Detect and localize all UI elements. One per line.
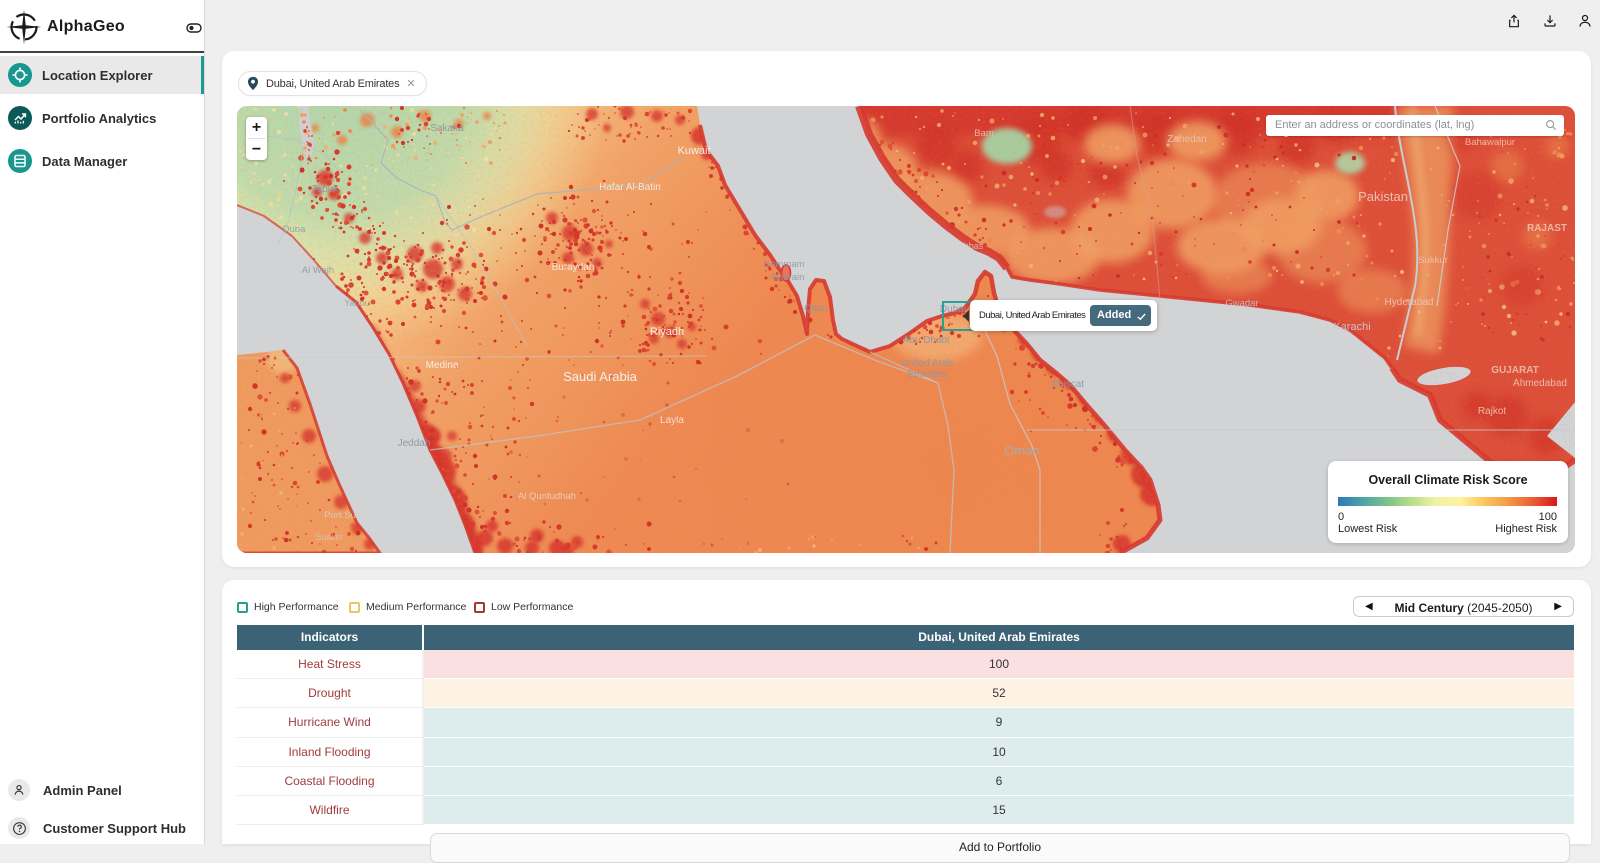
- svg-text:Dammam: Dammam: [763, 259, 804, 270]
- svg-text:Pakistan: Pakistan: [1358, 189, 1408, 204]
- svg-text:Al Wajh: Al Wajh: [302, 265, 334, 276]
- svg-text:Duba: Duba: [283, 224, 306, 235]
- svg-text:Muscat: Muscat: [1052, 379, 1084, 390]
- svg-text:Tabuk: Tabuk: [312, 184, 340, 195]
- svg-text:Bam: Bam: [974, 128, 994, 139]
- svg-text:Rajkot: Rajkot: [1478, 406, 1507, 417]
- svg-text:Sukkur: Sukkur: [1418, 255, 1448, 266]
- svg-text:Medina: Medina: [426, 360, 459, 371]
- svg-text:Yanbu: Yanbu: [344, 298, 369, 308]
- svg-text:Al Qunfudhah: Al Qunfudhah: [518, 491, 576, 502]
- svg-text:GUJARAT: GUJARAT: [1491, 365, 1539, 376]
- svg-text:Sakaka: Sakaka: [430, 123, 464, 134]
- svg-text:Gwadar: Gwadar: [1225, 298, 1258, 309]
- svg-text:Zahedan: Zahedan: [1167, 134, 1206, 145]
- svg-text:Ahmedabad: Ahmedabad: [1513, 378, 1567, 389]
- svg-text:Bahrain: Bahrain: [772, 272, 805, 283]
- svg-text:Jeddah: Jeddah: [398, 438, 431, 449]
- svg-text:Suakin: Suakin: [315, 532, 343, 542]
- svg-text:Hyderabad: Hyderabad: [1385, 297, 1434, 308]
- svg-text:Abu Dhabi: Abu Dhabi: [903, 335, 950, 346]
- svg-text:Kuwait: Kuwait: [677, 145, 710, 157]
- svg-text:Hafar Al-Batin: Hafar Al-Batin: [599, 182, 661, 193]
- svg-text:Oman: Oman: [1004, 443, 1039, 458]
- svg-text:Buraydah: Buraydah: [552, 262, 595, 273]
- svg-text:Emirates: Emirates: [907, 369, 946, 380]
- svg-text:Bahawalpur: Bahawalpur: [1465, 137, 1515, 148]
- svg-text:Port Sudan: Port Sudan: [324, 510, 372, 521]
- svg-text:Riyadh: Riyadh: [650, 326, 684, 338]
- svg-text:United Arab: United Arab: [901, 358, 954, 369]
- svg-text:RAJAST: RAJAST: [1527, 223, 1567, 234]
- svg-text:Bandar Abbas: Bandar Abbas: [927, 241, 984, 251]
- svg-text:Qatar: Qatar: [804, 303, 828, 314]
- svg-text:Karachi: Karachi: [1333, 321, 1370, 333]
- svg-text:Saudi Arabia: Saudi Arabia: [563, 369, 637, 384]
- svg-text:Layla: Layla: [660, 415, 684, 426]
